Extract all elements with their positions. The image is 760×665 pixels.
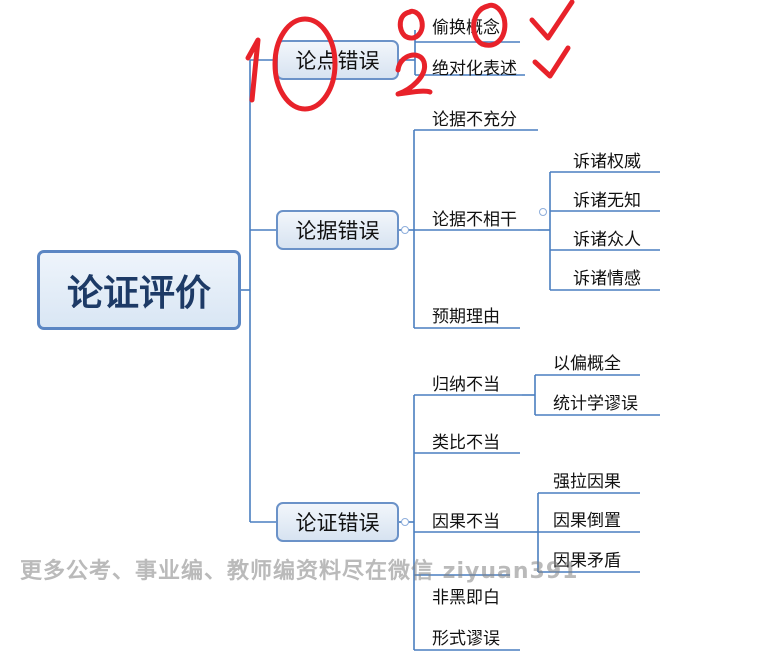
leaf-b2-1[interactable]: 论据不充分 [432, 105, 517, 130]
leaf-b2-2-1[interactable]: 诉诸权威 [573, 147, 641, 172]
leaf-b3-3-2[interactable]: 因果倒置 [553, 506, 621, 531]
branch-label-3: 论证错误 [295, 511, 380, 535]
branch-label-1: 论点错误 [295, 49, 380, 73]
root-node[interactable]: 论证评价 [37, 250, 241, 330]
leaf-b3-1-2[interactable]: 统计学谬误 [553, 389, 638, 414]
leaf-b2-2[interactable]: 论据不相干 [432, 205, 517, 230]
leaf-b1-2[interactable]: 绝对化表述 [432, 54, 517, 79]
collapse-dot-b2c2[interactable] [539, 208, 547, 216]
leaf-b3-2[interactable]: 类比不当 [432, 428, 500, 453]
leaf-b2-3[interactable]: 预期理由 [432, 302, 500, 327]
branch-node-2[interactable]: 论据错误 [276, 210, 399, 250]
leaf-b3-1-1[interactable]: 以偏概全 [553, 349, 621, 374]
leaf-b3-1[interactable]: 归纳不当 [432, 370, 500, 395]
branch-node-1[interactable]: 论点错误 [276, 40, 399, 80]
collapse-dot-b2[interactable] [401, 226, 409, 234]
watermark-text: 更多公考、事业编、教师编资料尽在微信 ziyuan391 [20, 559, 579, 584]
leaf-b3-3[interactable]: 因果不当 [432, 507, 500, 532]
leaf-b2-2-2[interactable]: 诉诸无知 [573, 186, 641, 211]
leaf-b1-1[interactable]: 偷换概念 [432, 13, 500, 38]
leaf-b3-3-1[interactable]: 强拉因果 [553, 467, 621, 492]
branch-node-3[interactable]: 论证错误 [276, 502, 399, 542]
root-label: 论证评价 [66, 273, 211, 314]
collapse-dot-b3[interactable] [401, 518, 409, 526]
leaf-b2-2-4[interactable]: 诉诸情感 [573, 264, 641, 289]
leaf-b3-4[interactable]: 非黑即白 [432, 583, 500, 608]
leaf-b2-2-3[interactable]: 诉诸众人 [573, 225, 641, 250]
branch-label-2: 论据错误 [295, 219, 380, 243]
leaf-b3-5[interactable]: 形式谬误 [432, 624, 500, 649]
